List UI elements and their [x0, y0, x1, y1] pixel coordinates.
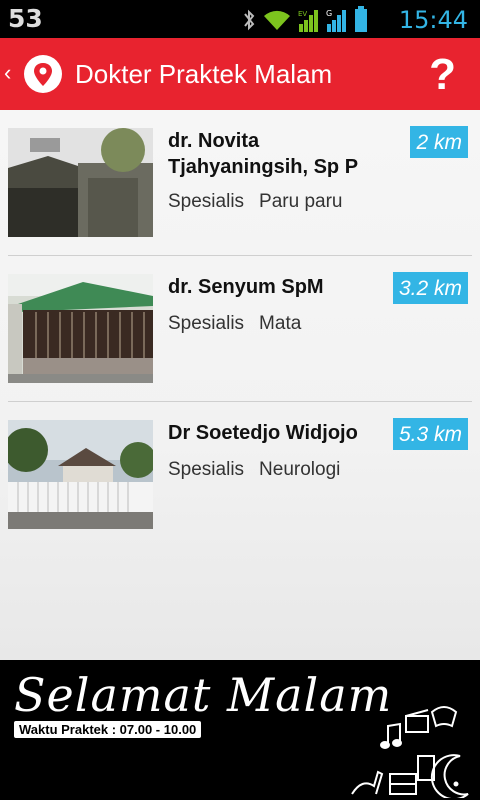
back-chevron-icon[interactable]: ‹	[4, 60, 11, 86]
specialty-label: Spesialis	[168, 191, 245, 212]
doctor-photo	[8, 274, 153, 383]
svg-text:EV: EV	[298, 10, 307, 18]
greeting-text: Selamat Malam	[14, 668, 393, 722]
notification-count: 53	[8, 4, 43, 33]
doctor-name: dr. Senyum SpM	[168, 276, 324, 298]
doctor-photo	[8, 420, 153, 529]
wifi-icon	[264, 10, 290, 30]
specialty-value: Paru paru	[259, 191, 343, 212]
specialty-line: Spesialis Paru paru	[168, 191, 343, 213]
practice-hours: Waktu Praktek : 07.00 - 10.00	[14, 721, 202, 738]
status-bar: 53 EV G 15:44	[0, 0, 480, 38]
svg-text:G: G	[326, 9, 332, 18]
list-item[interactable]: dr. Senyum SpM 3.2 km Spesialis Mata	[0, 256, 480, 402]
specialty-label: Spesialis	[168, 459, 245, 480]
distance-badge: 3.2 km	[392, 272, 468, 304]
clock: 15:44	[398, 6, 468, 34]
list-item[interactable]: dr. Novita Tjahyaningsih, Sp P 2 km Spes…	[0, 110, 480, 256]
distance-badge: 2 km	[410, 126, 468, 158]
signal-ev-icon: EV	[298, 10, 318, 32]
specialty-value: Neurologi	[259, 459, 341, 480]
night-banner: Selamat Malam Waktu Praktek : 07.00 - 10…	[0, 660, 480, 800]
status-icons: EV G	[242, 6, 368, 32]
action-bar: ‹ Dokter Praktek Malam ?	[0, 38, 480, 110]
bluetooth-icon	[244, 9, 255, 31]
help-button[interactable]: ?	[429, 50, 456, 100]
specialty-label: Spesialis	[168, 313, 245, 334]
specialty-line: Spesialis Neurologi	[168, 459, 340, 481]
page-title: Dokter Praktek Malam	[75, 59, 333, 89]
battery-icon	[355, 6, 367, 32]
distance-badge: 5.3 km	[392, 418, 468, 450]
specialty-value: Mata	[259, 313, 302, 334]
specialty-line: Spesialis Mata	[168, 313, 301, 335]
list-item[interactable]: Dr Soetedjo Widjojo 5.3 km Spesialis Neur…	[0, 402, 480, 548]
doctor-name: dr. Novita Tjahyaningsih, Sp P	[168, 130, 359, 178]
night-activities-icon	[351, 706, 469, 798]
doctor-photo	[8, 128, 153, 237]
location-pin-icon[interactable]	[24, 55, 62, 93]
signal-g-icon: G	[326, 9, 346, 32]
doctor-list: dr. Novita Tjahyaningsih, Sp P 2 km Spes…	[0, 110, 480, 660]
doctor-name: Dr Soetedjo Widjojo	[168, 422, 358, 444]
